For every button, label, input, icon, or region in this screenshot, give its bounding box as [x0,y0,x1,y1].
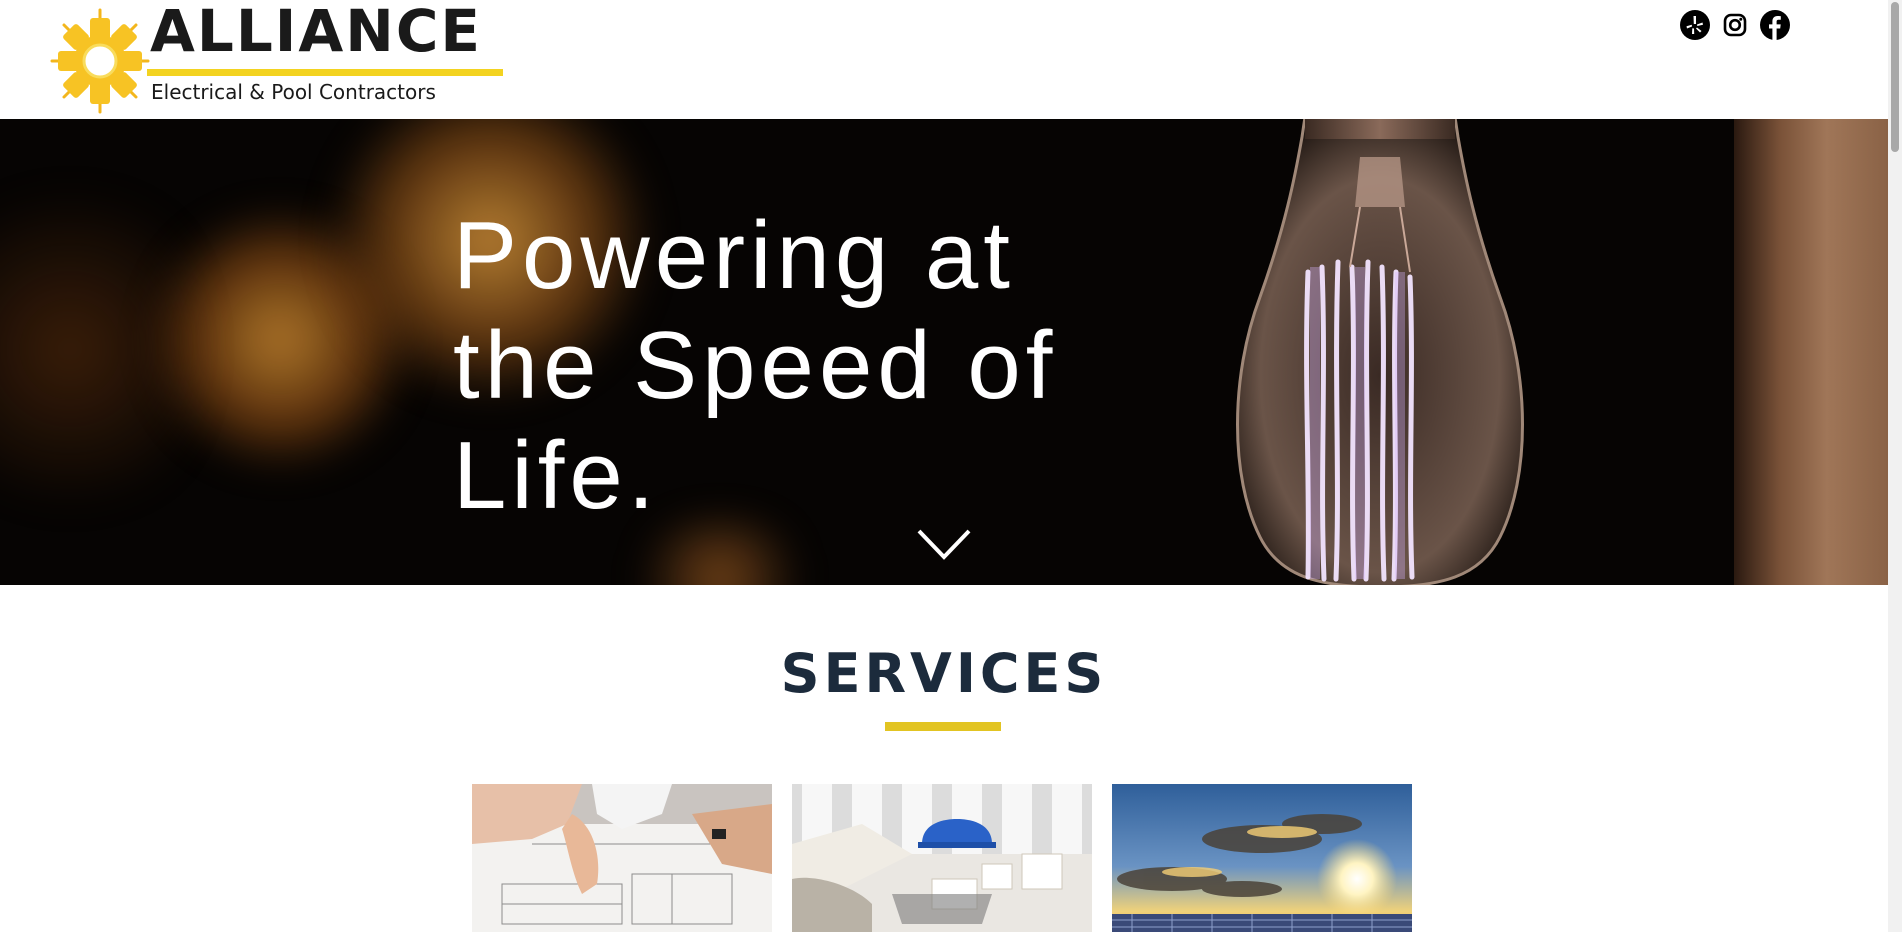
wood-panel [1734,119,1888,585]
service-card-architecture[interactable] [792,784,1092,932]
service-card-solar[interactable] [1112,784,1412,932]
yelp-link[interactable] [1680,10,1710,40]
hero-title: Powering at the Speed of Life. [453,202,1058,529]
scrollbar-thumb[interactable] [1891,2,1899,152]
light-bulb-image [1236,119,1524,585]
services-heading: SERVICES [780,642,1108,705]
yelp-icon [1680,10,1710,40]
blueprint-image [472,784,772,932]
instagram-icon [1723,13,1747,37]
social-links [1680,10,1790,40]
solar-panel-sunset-image [1112,784,1412,932]
facebook-icon [1760,10,1790,40]
sun-logo-icon [50,8,150,114]
brand-underline [147,69,503,76]
brand-name: ALLIANCE [150,0,482,65]
service-card-blueprints[interactable] [472,784,772,932]
facebook-link[interactable] [1760,10,1790,40]
brand-tagline: Electrical & Pool Contractors [151,80,436,104]
chevron-down-icon [917,529,971,560]
hero-banner: Powering at the Speed of Life. [0,119,1888,585]
architecture-model-image [792,784,1092,932]
site-header: ALLIANCE Electrical & Pool Contractors [0,0,1888,119]
instagram-link[interactable] [1720,10,1750,40]
bokeh-light [0,159,200,539]
page: ALLIANCE Electrical & Pool Contractors P… [0,0,1902,932]
scroll-down-button[interactable] [915,525,973,565]
services-underline [885,722,1001,731]
alliance-logo[interactable]: ALLIANCE Electrical & Pool Contractors [50,2,503,114]
page-scrollbar[interactable] [1888,0,1902,932]
